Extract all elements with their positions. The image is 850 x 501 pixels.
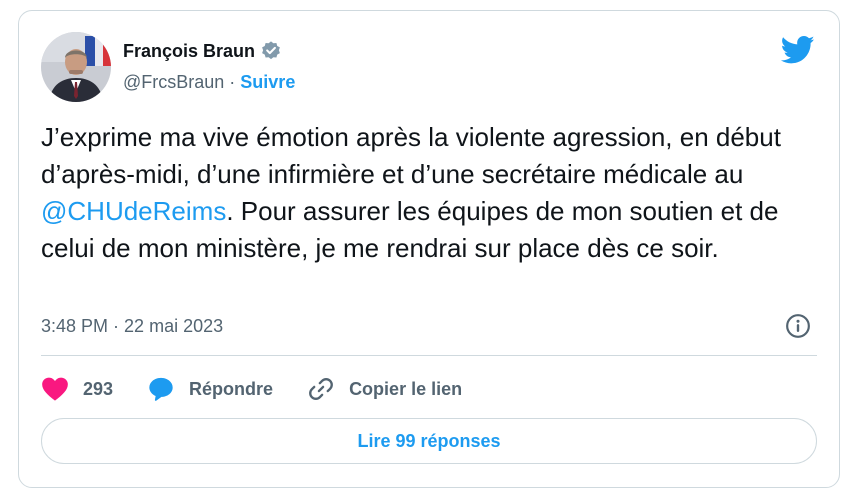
- timestamp-separator: ·: [113, 316, 120, 336]
- avatar[interactable]: [41, 32, 111, 102]
- tweet-time[interactable]: 3:48 PM: [41, 316, 108, 337]
- tweet-card: François Braun @FrcsBraun · Suivre J’exp…: [18, 10, 840, 488]
- author-name-row: François Braun: [123, 39, 282, 63]
- follow-button[interactable]: Suivre: [240, 72, 295, 93]
- author-handle[interactable]: @FrcsBraun: [123, 72, 224, 93]
- read-replies-label: Lire 99 réponses: [357, 430, 501, 451]
- author-name[interactable]: François Braun: [123, 41, 255, 62]
- link-icon: [309, 378, 333, 400]
- copy-link-button[interactable]: Copier le lien: [307, 375, 462, 403]
- copy-link-label: Copier le lien: [349, 378, 463, 399]
- read-replies-button[interactable]: Lire 99 réponses: [41, 418, 817, 464]
- like-count: 293: [83, 378, 114, 399]
- mention-link[interactable]: @CHUdeReims: [41, 196, 226, 226]
- tweet-text-part1: J’exprime ma vive émotion après la viole…: [41, 122, 781, 189]
- like-button[interactable]: 293: [41, 376, 113, 402]
- reply-label: Répondre: [189, 378, 274, 399]
- separator-dot: ·: [229, 72, 236, 92]
- reply-button[interactable]: Répondre: [147, 375, 273, 403]
- twitter-bird-icon[interactable]: [780, 35, 815, 65]
- heart-icon: [42, 377, 68, 401]
- speech-bubble-icon: [149, 377, 173, 401]
- verified-badge-icon: [260, 40, 282, 62]
- divider: [41, 355, 817, 356]
- info-icon[interactable]: [785, 313, 811, 339]
- handle-row: @FrcsBraun · Suivre: [123, 72, 295, 93]
- action-bar: 293 Répondre Copier le lien: [41, 373, 496, 405]
- tweet-date[interactable]: 22 mai 2023: [124, 316, 223, 337]
- tweet-text: J’exprime ma vive émotion après la viole…: [41, 119, 821, 267]
- tweet-timestamp: 3:48 PM · 22 mai 2023: [41, 316, 223, 337]
